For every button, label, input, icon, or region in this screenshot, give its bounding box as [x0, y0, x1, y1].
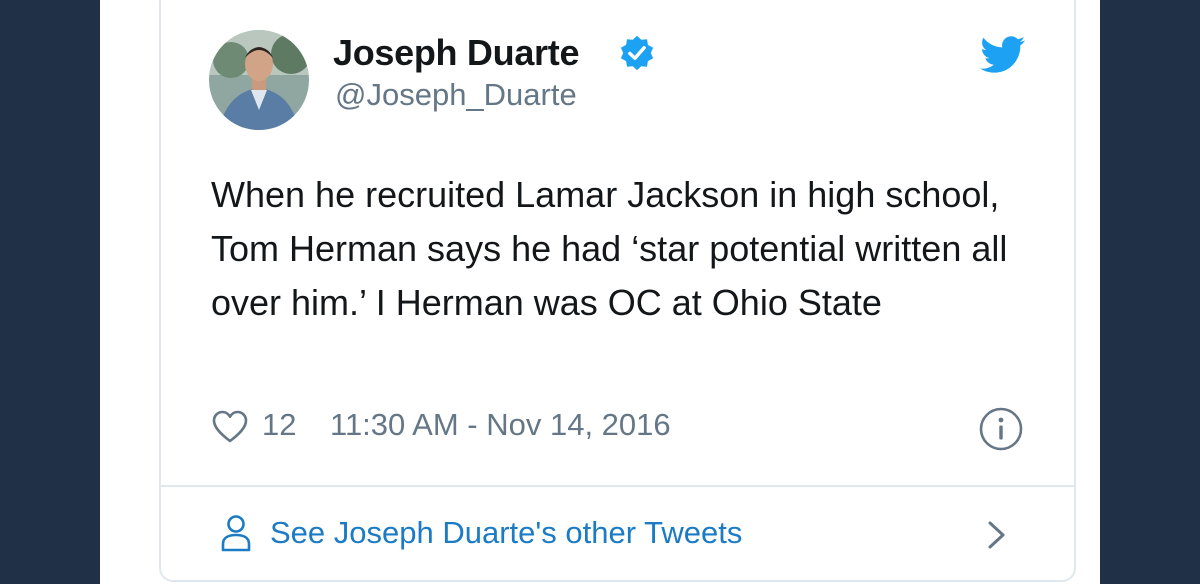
chevron-right-icon[interactable] [985, 518, 1009, 552]
twitter-bird-icon[interactable] [980, 36, 1026, 74]
see-other-tweets-link[interactable]: See Joseph Duarte's other Tweets [220, 510, 742, 556]
person-icon [220, 513, 252, 553]
info-icon[interactable] [979, 407, 1023, 451]
card-divider [161, 485, 1074, 487]
avatar[interactable] [209, 30, 309, 130]
like-count: 12 [262, 407, 297, 442]
verified-badge-icon [618, 34, 656, 72]
heart-icon[interactable] [212, 410, 248, 444]
user-handle[interactable]: @Joseph_Duarte [335, 77, 577, 113]
tweet-timestamp[interactable]: 11:30 AM - Nov 14, 2016 [330, 407, 671, 443]
display-name[interactable]: Joseph Duarte [333, 32, 579, 74]
see-other-tweets-label: See Joseph Duarte's other Tweets [270, 515, 743, 550]
tweet-text: When he recruited Lamar Jackson in high … [211, 174, 1008, 323]
